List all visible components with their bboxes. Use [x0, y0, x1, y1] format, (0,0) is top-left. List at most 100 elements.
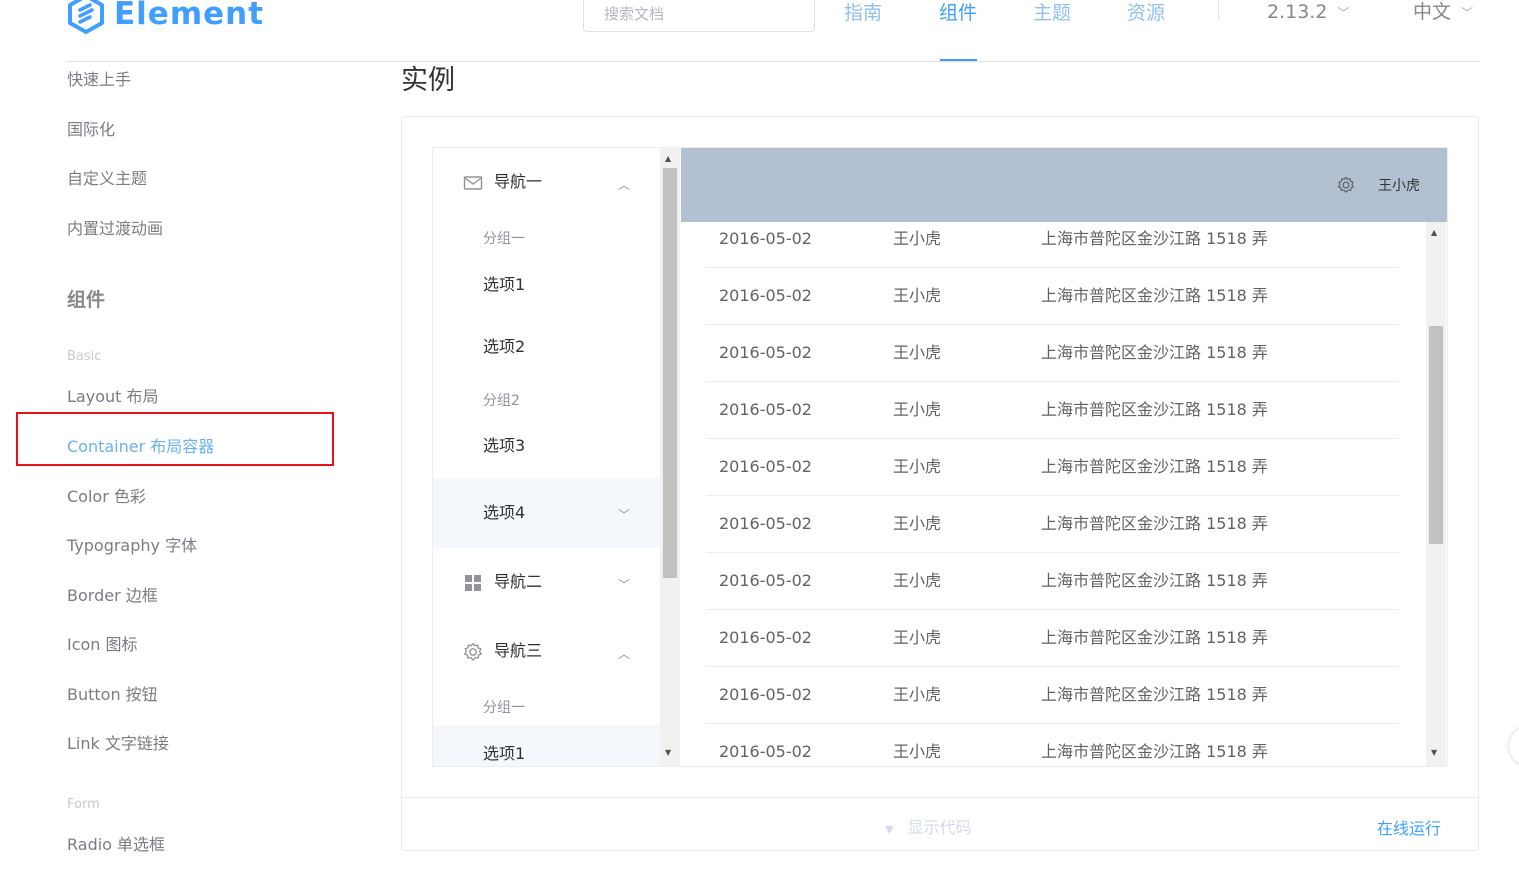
cell-name: 王小虎 — [893, 457, 942, 476]
back-to-top-button[interactable] — [1508, 725, 1519, 767]
cell-date: 2016-05-02 — [719, 343, 812, 362]
sidebar-item-border[interactable]: Border 边框 — [67, 586, 158, 606]
menu-group-3: 分组一 — [483, 700, 525, 716]
cell-name: 王小虎 — [893, 685, 942, 704]
cell-address: 上海市普陀区金沙江路 1518 弄 — [1041, 742, 1268, 761]
scroll-up-icon[interactable]: ▲ — [665, 154, 671, 163]
chevron-up-icon: ︿ — [618, 178, 631, 192]
version-label: 2.13.2 — [1267, 1, 1328, 23]
chevron-down-icon: ﹀ — [618, 578, 631, 592]
aside-menu: 导航一 ︿ 分组一 选项1 选项2 分组2 选项3 选项4 ﹀ 导航二 ﹀ 导航… — [433, 148, 660, 766]
cell-date: 2016-05-02 — [719, 457, 812, 476]
sidebar-item-icon[interactable]: Icon 图标 — [67, 635, 138, 655]
menu-nav2[interactable]: 导航二 ﹀ — [433, 553, 660, 611]
chevron-down-icon: ﹀ — [1337, 5, 1350, 20]
logo[interactable]: Element — [66, 0, 264, 36]
menu-option3-label: 选项3 — [483, 436, 526, 455]
nav-guide[interactable]: 指南 — [844, 0, 882, 26]
scroll-down-icon[interactable]: ▼ — [665, 748, 671, 757]
cell-name: 王小虎 — [893, 628, 942, 647]
cell-address: 上海市普陀区金沙江路 1518 弄 — [1041, 343, 1268, 362]
caret-down-icon: ▼ — [885, 823, 894, 836]
scrollbar-thumb[interactable] — [663, 168, 677, 578]
setting-icon — [464, 642, 482, 661]
cell-name: 王小虎 — [893, 742, 942, 761]
cell-address: 上海市普陀区金沙江路 1518 弄 — [1041, 628, 1268, 647]
show-code-button[interactable]: ▼ 显示代码 — [885, 814, 971, 838]
sidebar-item-quickstart[interactable]: 快速上手 — [67, 70, 131, 90]
menu-option1[interactable]: 选项1 — [433, 256, 660, 314]
setting-icon[interactable] — [1337, 176, 1355, 194]
menu-nav1-label: 导航一 — [494, 172, 543, 191]
sidebar-item-i18n[interactable]: 国际化 — [67, 120, 115, 140]
run-online-link[interactable]: 在线运行 — [1377, 815, 1441, 839]
sidebar-item-radio[interactable]: Radio 单选框 — [67, 835, 165, 855]
sidebar-item-typography[interactable]: Typography 字体 — [67, 536, 197, 556]
sidebar-item-button[interactable]: Button 按钮 — [67, 685, 158, 705]
menu-nav2-label: 导航二 — [494, 572, 543, 591]
aside-scrollbar[interactable]: ▲ ▼ — [660, 148, 680, 766]
table-row: 2016-05-02 王小虎 上海市普陀区金沙江路 1518 弄 — [706, 609, 1399, 667]
search-box[interactable] — [583, 0, 815, 33]
menu-nav1[interactable]: 导航一 ︿ — [433, 153, 660, 211]
table-row: 2016-05-02 王小虎 上海市普陀区金沙江路 1518 弄 — [706, 723, 1399, 766]
sidebar-item-custom-theme[interactable]: 自定义主题 — [67, 169, 147, 189]
header-divider — [66, 61, 1480, 62]
menu-nav3[interactable]: 导航三 ︿ — [433, 622, 660, 680]
demo-footer-divider — [402, 797, 1478, 798]
scroll-up-icon[interactable]: ▲ — [1431, 228, 1437, 237]
table-row: 2016-05-02 王小虎 上海市普陀区金沙江路 1518 弄 — [706, 552, 1399, 610]
cell-date: 2016-05-02 — [719, 286, 812, 305]
table-row: 2016-05-02 王小虎 上海市普陀区金沙江路 1518 弄 — [706, 438, 1399, 496]
cell-date: 2016-05-02 — [719, 229, 812, 248]
nav-theme[interactable]: 主题 — [1033, 0, 1071, 26]
menu-nav3-option1-label: 选项1 — [483, 744, 526, 763]
table-scrollbar[interactable]: ▲ ▼ — [1426, 222, 1446, 766]
highlight-annotation-box — [16, 412, 334, 466]
search-input[interactable] — [602, 0, 806, 33]
cell-date: 2016-05-02 — [719, 400, 812, 419]
nav-component[interactable]: 组件 — [939, 0, 977, 26]
table-row: 2016-05-02 王小虎 上海市普陀区金沙江路 1518 弄 — [706, 324, 1399, 382]
data-table: 2016-05-02 王小虎 上海市普陀区金沙江路 1518 弄 2016-05-02… — [681, 222, 1447, 766]
page-title: 实例 — [401, 65, 455, 96]
cell-name: 王小虎 — [893, 400, 942, 419]
sidebar-section-title: 组件 — [67, 289, 106, 311]
menu-nav3-label: 导航三 — [494, 641, 543, 660]
element-logo-icon — [68, 0, 104, 34]
scrollbar-thumb[interactable] — [1429, 326, 1443, 544]
table-row: 2016-05-02 王小虎 上海市普陀区金沙江路 1518 弄 — [706, 267, 1399, 325]
menu-option2-label: 选项2 — [483, 337, 526, 356]
menu-option2[interactable]: 选项2 — [433, 318, 660, 376]
cell-name: 王小虎 — [893, 229, 942, 248]
cell-date: 2016-05-02 — [719, 685, 812, 704]
cell-address: 上海市普陀区金沙江路 1518 弄 — [1041, 400, 1268, 419]
menu-option4[interactable]: 选项4 ﹀ — [433, 478, 660, 548]
version-select[interactable]: 2.13.2 ﹀ — [1267, 0, 1349, 25]
scroll-down-icon[interactable]: ▼ — [1431, 748, 1437, 757]
language-select[interactable]: 中文 ﹀ — [1413, 0, 1473, 25]
cell-name: 王小虎 — [893, 343, 942, 362]
cell-address: 上海市普陀区金沙江路 1518 弄 — [1041, 229, 1268, 248]
menu-option1-label: 选项1 — [483, 275, 526, 294]
cell-date: 2016-05-02 — [719, 628, 812, 647]
sidebar-item-link[interactable]: Link 文字链接 — [67, 734, 169, 754]
cell-name: 王小虎 — [893, 286, 942, 305]
menu-nav3-option1[interactable]: 选项1 — [433, 725, 660, 766]
header-username: 王小虎 — [1378, 178, 1420, 194]
menu-option4-label: 选项4 — [483, 503, 526, 522]
nav-resource[interactable]: 资源 — [1127, 0, 1165, 26]
menu-option3[interactable]: 选项3 — [433, 417, 660, 475]
sidebar-item-color[interactable]: Color 色彩 — [67, 487, 146, 507]
cell-address: 上海市普陀区金沙江路 1518 弄 — [1041, 286, 1268, 305]
chevron-down-icon: ﹀ — [618, 508, 631, 522]
top-header: Element 指南 组件 主题 资源 2.13.2 ﹀ 中文 ﹀ — [0, 0, 1519, 62]
table-row: 2016-05-02 王小虎 上海市普陀区金沙江路 1518 弄 — [706, 666, 1399, 724]
sidebar-item-transition[interactable]: 内置过渡动画 — [67, 219, 163, 239]
cell-address: 上海市普陀区金沙江路 1518 弄 — [1041, 514, 1268, 533]
sidebar-item-layout[interactable]: Layout 布局 — [67, 387, 158, 407]
show-code-label: 显示代码 — [907, 818, 972, 837]
table-row: 2016-05-02 王小虎 上海市普陀区金沙江路 1518 弄 — [706, 222, 1399, 268]
cell-date: 2016-05-02 — [719, 571, 812, 590]
chevron-down-icon: ﹀ — [1461, 5, 1474, 20]
